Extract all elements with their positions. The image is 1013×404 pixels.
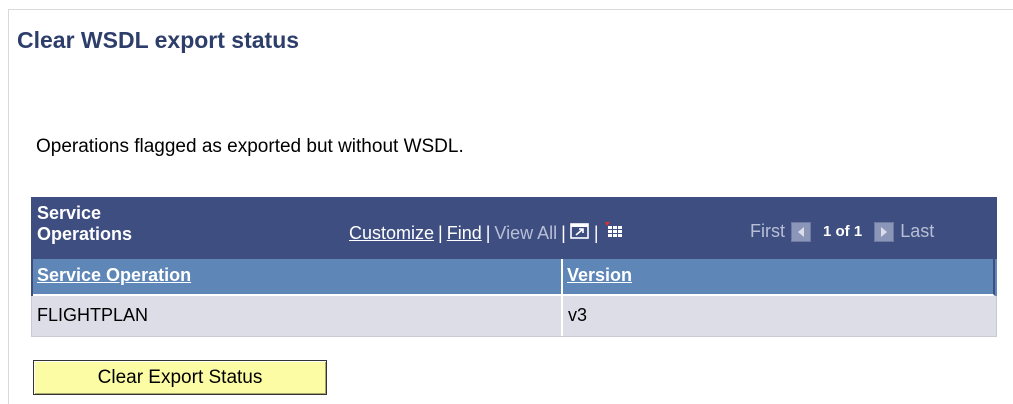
customize-link[interactable]: Customize bbox=[349, 223, 434, 244]
nav-separator: | bbox=[485, 223, 491, 243]
nav-separator: | bbox=[438, 223, 443, 243]
cell-service-operation: FLIGHTPLAN bbox=[31, 296, 563, 336]
service-operations-grid: Service Operations Customize | Find | Vi… bbox=[31, 197, 997, 337]
view-all-link[interactable]: View All bbox=[494, 223, 557, 244]
grid-nav: Customize | Find | View All | | bbox=[349, 221, 625, 246]
column-header-row: Service Operation Version bbox=[31, 259, 997, 296]
grid-title: Service Operations bbox=[37, 203, 133, 244]
grid-bottom-border bbox=[31, 336, 997, 337]
find-link[interactable]: Find bbox=[447, 223, 482, 244]
grid-header: Service Operations Customize | Find | Vi… bbox=[31, 197, 997, 259]
nav-separator: | bbox=[561, 223, 566, 243]
left-divider bbox=[8, 9, 9, 404]
top-divider bbox=[8, 9, 1013, 10]
clear-export-status-button[interactable]: Clear Export Status bbox=[33, 360, 327, 395]
page-title: Clear WSDL export status bbox=[17, 27, 300, 53]
instructions-text: Operations flagged as exported but witho… bbox=[36, 136, 464, 157]
column-header-version[interactable]: Version bbox=[563, 259, 995, 296]
cell-version: v3 bbox=[563, 296, 997, 336]
nav-separator: | bbox=[593, 223, 599, 243]
row-count: 1 of 1 bbox=[823, 223, 863, 240]
table-row: FLIGHTPLAN v3 bbox=[31, 296, 997, 336]
next-arrow-icon[interactable] bbox=[874, 221, 895, 242]
first-link[interactable]: First bbox=[750, 221, 785, 242]
previous-arrow-icon[interactable] bbox=[791, 221, 811, 242]
column-header-service-operation[interactable]: Service Operation bbox=[33, 259, 563, 296]
download-grid-icon[interactable] bbox=[603, 221, 625, 246]
grid-pager: First 1 of 1 Last bbox=[750, 221, 934, 242]
last-link[interactable]: Last bbox=[900, 221, 934, 242]
new-window-icon[interactable] bbox=[570, 222, 590, 245]
